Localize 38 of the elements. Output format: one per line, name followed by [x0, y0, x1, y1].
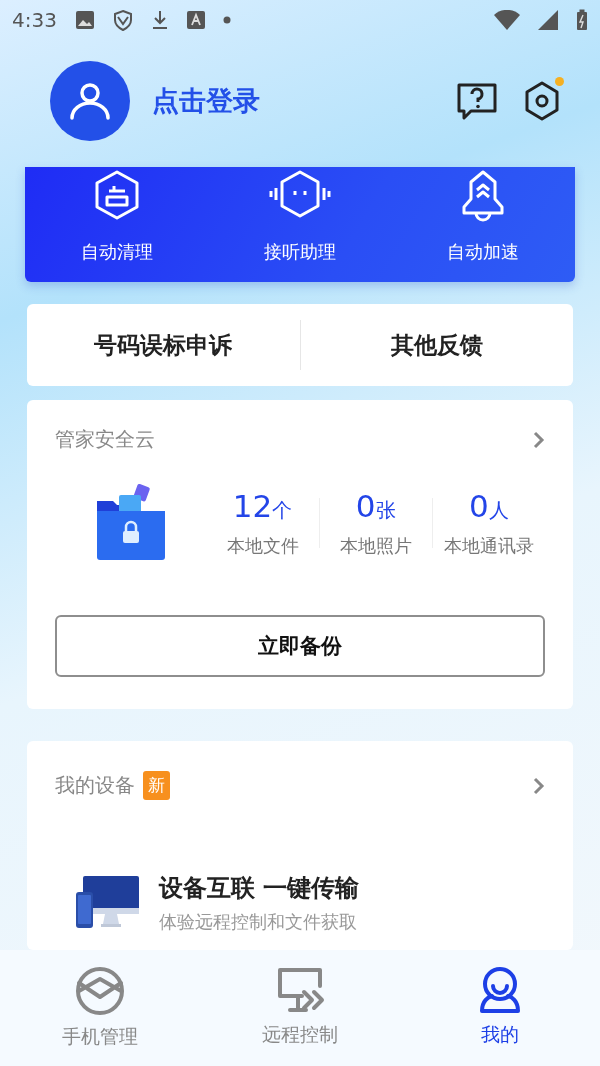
card-title: 管家安全云 — [55, 426, 155, 453]
user-icon — [478, 966, 522, 1014]
card-title: 我的设备 — [55, 772, 135, 799]
quick-action-label[interactable]: 自动加速 — [447, 240, 520, 264]
folder-lock-icon — [94, 483, 167, 563]
stat-label: 本地通讯录 — [443, 534, 534, 558]
nav-tab[interactable]: 我的 — [400, 950, 600, 1066]
robot-icon — [267, 169, 333, 219]
feedback-option[interactable]: 号码误标申诉 — [27, 329, 300, 361]
battery-icon — [576, 9, 588, 31]
font-icon — [186, 11, 205, 29]
login-link[interactable]: 点击登录 — [152, 83, 260, 119]
wifi-icon — [494, 10, 520, 30]
backup-button[interactable]: 立即备份 — [55, 615, 545, 677]
promo-title: 设备互联 一键传输 — [159, 873, 360, 904]
promo-subtitle: 体验远程控制和文件获取 — [159, 910, 358, 934]
feedback-option[interactable]: 其他反馈 — [300, 329, 573, 361]
stat-value: 0张 — [355, 488, 396, 524]
settings-icon[interactable] — [524, 81, 560, 121]
chevron-right-icon[interactable] — [533, 430, 545, 449]
user-icon — [69, 82, 111, 120]
stat-label: 本地文件 — [226, 534, 299, 558]
stat-value: 12个 — [232, 488, 293, 524]
shield-icon — [112, 9, 133, 31]
quick-action-label[interactable]: 自动清理 — [80, 240, 153, 264]
dot-icon — [222, 16, 231, 24]
quick-action-label[interactable]: 接听助理 — [264, 240, 336, 264]
stat-label: 本地照片 — [339, 534, 412, 558]
envelope-icon — [73, 966, 127, 1016]
image-icon — [74, 10, 95, 30]
status-time: 4:33 — [12, 8, 57, 32]
stat-value: 0人 — [469, 488, 509, 524]
signal-icon — [538, 10, 558, 30]
nav-tab[interactable]: 远程控制 — [200, 950, 400, 1066]
help-icon[interactable] — [456, 82, 498, 120]
new-badge: 新 — [143, 771, 170, 800]
chevron-right-icon[interactable] — [533, 776, 545, 795]
download-icon — [150, 10, 169, 30]
